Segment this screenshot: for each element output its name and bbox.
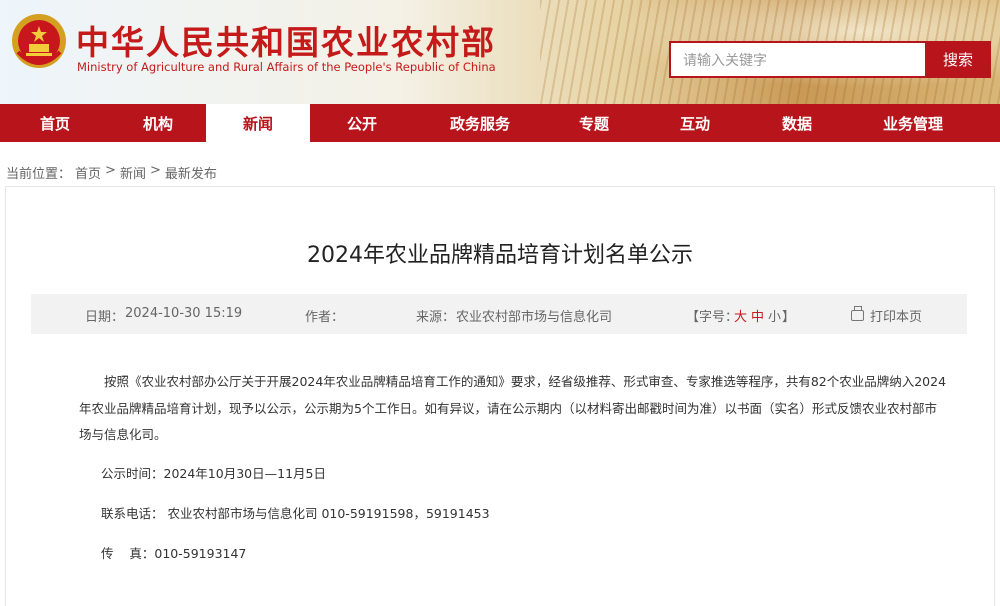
- site-subtitle: Ministry of Agriculture and Rural Affair…: [77, 60, 496, 74]
- font-size-label: 【字号：: [686, 310, 739, 325]
- site-title: 中华人民共和国农业农村部: [76, 23, 496, 62]
- nav-item-business[interactable]: 业务管理: [846, 104, 980, 142]
- nav-item-public[interactable]: 公开: [310, 104, 414, 142]
- print-label: 打印本页: [870, 310, 923, 325]
- date-value: 2024-10-30 15:19: [125, 306, 243, 321]
- font-size-close: 】: [782, 310, 796, 325]
- nav-item-data[interactable]: 数据: [748, 104, 846, 142]
- nav-item-topics[interactable]: 专题: [546, 104, 642, 142]
- breadcrumb-home[interactable]: 首页: [75, 163, 101, 182]
- search-button[interactable]: 搜索: [925, 41, 991, 78]
- contact-fax: 传 真：010-59193147: [101, 546, 247, 561]
- breadcrumb-separator: >: [149, 163, 161, 178]
- nav-item-home[interactable]: 首页: [0, 104, 110, 142]
- search-input[interactable]: 请输入关键字: [669, 41, 925, 78]
- date-label: 日期：: [85, 310, 125, 325]
- article-container: 2024年农业品牌精品培育计划名单公示 日期： 2024-10-30 15:19…: [5, 186, 995, 606]
- font-size-large[interactable]: 大: [734, 306, 747, 325]
- breadcrumb-latest[interactable]: 最新发布: [165, 163, 217, 182]
- font-size-medium[interactable]: 中: [751, 306, 764, 325]
- article-body: 按照《农业农村部办公厅关于开展2024年农业品牌精品培育工作的通知》要求，经省级…: [79, 369, 949, 449]
- contact-phone: 联系电话： 农业农村部市场与信息化司 010-59191598，59191453: [101, 506, 490, 521]
- article-title: 2024年农业品牌精品培育计划名单公示: [307, 243, 693, 268]
- print-button[interactable]: 打印本页: [851, 306, 922, 325]
- breadcrumb-separator: >: [105, 163, 116, 178]
- source-value: 农业农村部市场与信息化司: [456, 310, 613, 325]
- breadcrumb: 当前位置： 首页 > 新闻 > 最新发布: [6, 163, 217, 182]
- nav-item-news[interactable]: 新闻: [206, 104, 310, 142]
- font-size-small[interactable]: 小: [768, 306, 781, 325]
- nav-item-organization[interactable]: 机构: [110, 104, 206, 142]
- main-nav: 首页 机构 新闻 公开 政务服务 专题 互动 数据 业务管理: [0, 104, 1000, 142]
- nav-item-services[interactable]: 政务服务: [414, 104, 546, 142]
- national-emblem-icon: [12, 14, 66, 68]
- header-banner: 中华人民共和国农业农村部 Ministry of Agriculture and…: [0, 0, 1000, 104]
- nav-item-interaction[interactable]: 互动: [642, 104, 748, 142]
- article-paragraph: 按照《农业农村部办公厅关于开展2024年农业品牌精品培育工作的通知》要求，经省级…: [79, 374, 947, 442]
- printer-icon: [851, 306, 864, 321]
- breadcrumb-prefix: 当前位置：: [6, 167, 72, 182]
- announcement-period: 公示时间：2024年10月30日—11月5日: [101, 466, 326, 481]
- article-meta-bar: 日期： 2024-10-30 15:19 作者： 来源： 农业农村部市场与信息化…: [31, 294, 967, 334]
- author-label: 作者：: [305, 310, 345, 325]
- breadcrumb-news[interactable]: 新闻: [120, 163, 146, 182]
- source-label: 来源：: [416, 310, 456, 325]
